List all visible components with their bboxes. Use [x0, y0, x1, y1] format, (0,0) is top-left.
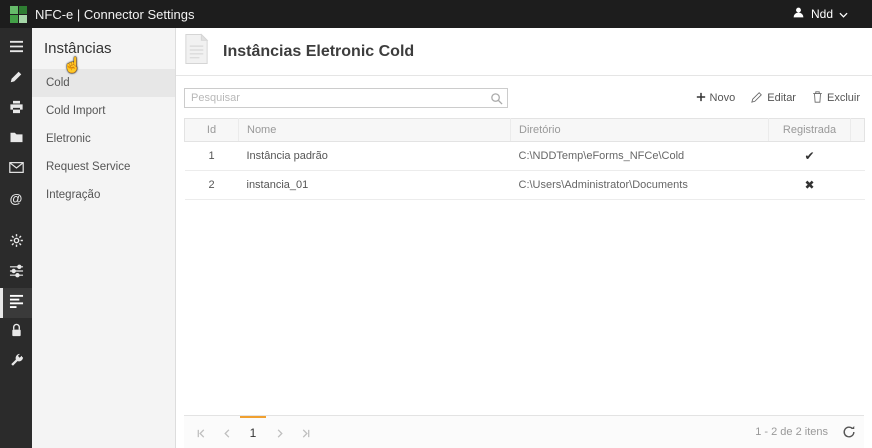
column-header-nome[interactable]: Nome: [238, 118, 511, 142]
at-icon: [10, 190, 23, 208]
sidebar-item-request-service[interactable]: Request Service: [32, 153, 175, 181]
rail-item-pen[interactable]: [0, 64, 32, 94]
pager-summary: 1 - 2 de 2 itens: [755, 426, 828, 438]
hamburger-icon: [9, 40, 24, 58]
grid: Id Nome Diretório Registrada 1 Instância…: [176, 116, 872, 415]
rail-item-tools[interactable]: [0, 348, 32, 378]
rail-item-folder[interactable]: [0, 124, 32, 154]
not-registered-x-icon: ✖: [768, 170, 851, 200]
cell-nome: instancia_01: [238, 170, 511, 200]
rail-item-security[interactable]: [0, 318, 32, 348]
table-row[interactable]: 1 Instância padrão C:\NDDTemp\eForms_NFC…: [184, 141, 865, 171]
wrench-icon: [9, 353, 24, 373]
page-title: Instâncias Eletronic Cold: [223, 42, 415, 60]
rail-item-instances[interactable]: [0, 288, 32, 318]
icon-rail: [0, 28, 32, 448]
cell-diretorio: C:\Users\Administrator\Documents: [510, 170, 769, 200]
rail-item-mail[interactable]: [0, 154, 32, 184]
sliders-icon: [9, 264, 24, 283]
novo-button[interactable]: Novo: [696, 92, 736, 105]
cell-spacer: [850, 141, 865, 171]
excluir-button[interactable]: Excluir: [812, 90, 860, 106]
search-input[interactable]: [184, 88, 508, 108]
envelope-icon: [8, 160, 24, 178]
pager: 1 1 - 2 de 2 itens: [184, 415, 864, 448]
trash-icon: [812, 90, 823, 106]
lock-icon: [10, 323, 23, 343]
cell-id: 1: [184, 141, 239, 171]
menu-toggle-button[interactable]: [0, 34, 32, 64]
column-header-registrada[interactable]: Registrada: [768, 118, 851, 142]
user-icon: [792, 6, 805, 22]
search-box: [184, 88, 508, 108]
sidebar-item-cold-import[interactable]: Cold Import: [32, 97, 175, 125]
user-name: Ndd: [810, 7, 833, 21]
cell-nome: Instância padrão: [238, 141, 511, 171]
document-icon: [182, 33, 211, 70]
next-page-button[interactable]: [266, 416, 292, 448]
search-icon: [490, 92, 503, 110]
sidebar-item-eletronic[interactable]: Eletronic: [32, 125, 175, 153]
toolbar: Novo Editar Excluir: [176, 76, 872, 116]
table-row[interactable]: 2 instancia_01 C:\Users\Administrator\Do…: [184, 170, 865, 200]
chevron-down-icon: [839, 7, 848, 21]
current-page-button[interactable]: 1: [240, 416, 266, 448]
printer-icon: [9, 100, 24, 119]
sidebar-item-integracao[interactable]: Integração: [32, 181, 175, 209]
cell-diretorio: C:\NDDTemp\eForms_NFCe\Cold: [510, 141, 769, 171]
topbar: NFC-e | Connector Settings Ndd: [0, 0, 872, 28]
edit-icon: [751, 91, 763, 106]
registered-check-icon: ✔: [768, 141, 851, 171]
sidebar-item-cold[interactable]: Cold: [32, 69, 175, 97]
column-header-diretorio[interactable]: Diretório: [510, 118, 769, 142]
prev-page-button[interactable]: [214, 416, 240, 448]
plus-icon: [696, 92, 706, 105]
column-header-id[interactable]: Id: [184, 118, 239, 142]
rail-item-printer[interactable]: [0, 94, 32, 124]
table-header-row: Id Nome Diretório Registrada: [184, 118, 865, 142]
main-header: Instâncias Eletronic Cold: [176, 28, 872, 76]
editar-label: Editar: [767, 92, 796, 104]
sidebar-title: Instâncias: [44, 40, 112, 57]
scrollbar-spacer-column: [850, 118, 865, 142]
editar-button[interactable]: Editar: [751, 91, 796, 106]
user-menu[interactable]: Ndd: [792, 6, 862, 22]
refresh-button[interactable]: [842, 425, 856, 439]
pen-icon: [9, 70, 23, 89]
sidebar: Instâncias Cold Cold Import Eletronic Re…: [32, 28, 176, 448]
cell-spacer: [850, 170, 865, 200]
novo-label: Novo: [709, 92, 736, 104]
app-title: NFC-e | Connector Settings: [35, 6, 195, 22]
gear-icon: [9, 233, 24, 253]
first-page-button[interactable]: [188, 416, 214, 448]
ndd-logo-icon: [10, 5, 27, 23]
cell-id: 2: [184, 170, 239, 200]
rail-item-settings[interactable]: [0, 228, 32, 258]
excluir-label: Excluir: [826, 92, 860, 104]
rail-item-sliders[interactable]: [0, 258, 32, 288]
folder-icon: [9, 130, 24, 148]
last-page-button[interactable]: [292, 416, 318, 448]
queue-list-icon: [9, 294, 24, 313]
action-buttons: Novo Editar Excluir: [696, 90, 864, 106]
main-panel: Instâncias Eletronic Cold Novo Editar Ex…: [176, 28, 872, 448]
rail-item-at[interactable]: [0, 184, 32, 214]
